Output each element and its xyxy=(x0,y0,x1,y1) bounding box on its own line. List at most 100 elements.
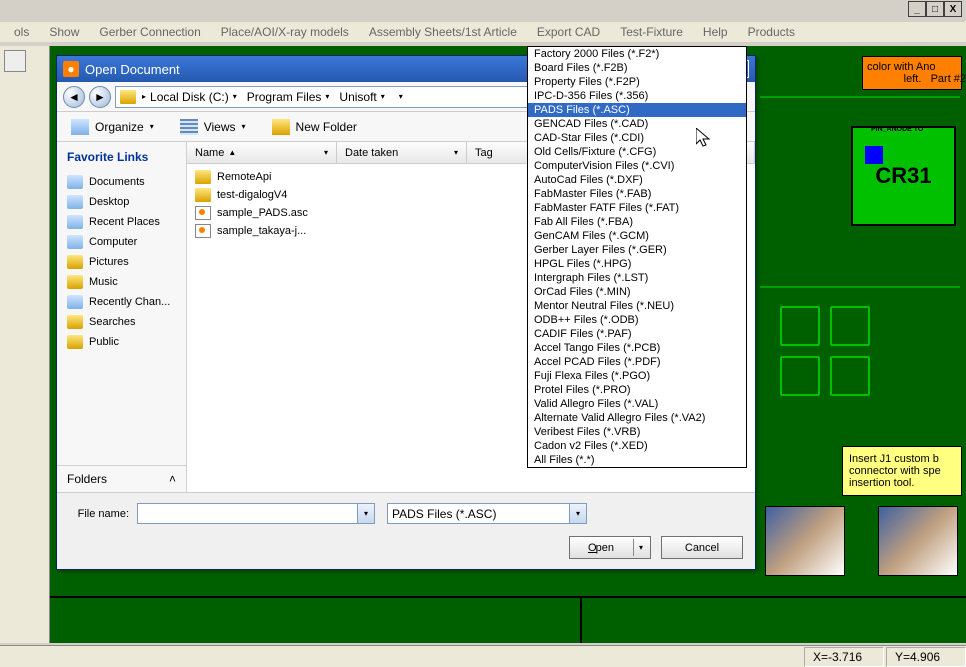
filetype-combo[interactable]: PADS Files (*.ASC) ▾ xyxy=(387,503,587,524)
crumb-programfiles[interactable]: Program Files▾ xyxy=(243,90,334,104)
crumb-localdisk[interactable]: ▸Local Disk (C:)▾ xyxy=(138,90,241,104)
filetype-option[interactable]: Alternate Valid Allegro Files (*.VA2) xyxy=(528,411,746,425)
filetype-option[interactable]: Board Files (*.F2B) xyxy=(528,61,746,75)
filetype-option[interactable]: Cadon v2 Files (*.XED) xyxy=(528,439,746,453)
favorite-label: Searches xyxy=(89,316,135,328)
filetype-option[interactable]: Factory 2000 Files (*.F2*) xyxy=(528,47,746,61)
folder-icon xyxy=(195,170,211,184)
filetype-option[interactable]: ODB++ Files (*.ODB) xyxy=(528,313,746,327)
crumb-current[interactable]: ▾ xyxy=(391,92,407,101)
favorite-public[interactable]: Public xyxy=(57,332,186,352)
filename-drop-button[interactable]: ▾ xyxy=(357,504,374,523)
favorite-label: Documents xyxy=(89,176,145,188)
filetype-option[interactable]: Valid Allegro Files (*.VAL) xyxy=(528,397,746,411)
favorite-desktop[interactable]: Desktop xyxy=(57,192,186,212)
new-folder-label: New Folder xyxy=(296,120,357,134)
menu-help[interactable]: Help xyxy=(693,23,738,41)
folder-icon xyxy=(120,90,136,104)
menu-show[interactable]: Show xyxy=(39,23,89,41)
filetype-option[interactable]: FabMaster Files (*.FAB) xyxy=(528,187,746,201)
filetype-option[interactable]: Accel PCAD Files (*.PDF) xyxy=(528,355,746,369)
favorite-documents[interactable]: Documents xyxy=(57,172,186,192)
filetype-option[interactable]: Accel Tango Files (*.PCB) xyxy=(528,341,746,355)
column-name[interactable]: Name▲▾ xyxy=(187,142,337,163)
cancel-button[interactable]: Cancel xyxy=(661,536,743,559)
filetype-option[interactable]: AutoCad Files (*.DXF) xyxy=(528,173,746,187)
left-toolbar xyxy=(0,46,50,643)
filetype-option[interactable]: Intergraph Files (*.LST) xyxy=(528,271,746,285)
favorite-searches[interactable]: Searches xyxy=(57,312,186,332)
menu-assembly[interactable]: Assembly Sheets/1st Article xyxy=(359,23,527,41)
folders-toggle[interactable]: Folders ˄ xyxy=(57,465,186,492)
favorite-icon xyxy=(67,335,83,349)
filename-label: File name: xyxy=(69,508,129,520)
favorite-music[interactable]: Music xyxy=(57,272,186,292)
minimize-button[interactable]: _ xyxy=(908,1,926,17)
filetype-option[interactable]: PADS Files (*.ASC) xyxy=(528,103,746,117)
favorite-icon xyxy=(67,255,83,269)
favorite-label: Computer xyxy=(89,236,137,248)
menu-export[interactable]: Export CAD xyxy=(527,23,610,41)
filetype-option[interactable]: All Files (*.*) xyxy=(528,453,746,467)
thumbnail-2[interactable] xyxy=(878,506,958,576)
favorite-label: Recently Chan... xyxy=(89,296,170,308)
filetype-option[interactable]: Gerber Layer Files (*.GER) xyxy=(528,243,746,257)
views-button[interactable]: Views ▾ xyxy=(174,117,252,137)
favorite-icon xyxy=(67,275,83,289)
nav-forward-button[interactable]: ► xyxy=(89,86,111,108)
filetype-drop-button[interactable]: ▾ xyxy=(569,504,586,523)
crumb-unisoft[interactable]: Unisoft▾ xyxy=(335,90,388,104)
organize-label: Organize xyxy=(95,120,144,134)
favorite-recent-places[interactable]: Recent Places xyxy=(57,212,186,232)
favorite-label: Public xyxy=(89,336,119,348)
column-date[interactable]: Date taken▾ xyxy=(337,142,467,163)
yellow-callout: Insert J1 custom b connector with spe in… xyxy=(842,446,962,496)
thumbnail-1[interactable] xyxy=(765,506,845,576)
filetype-option[interactable]: IPC-D-356 Files (*.356) xyxy=(528,89,746,103)
filetype-option[interactable]: GenCAM Files (*.GCM) xyxy=(528,229,746,243)
filetype-option[interactable]: FabMaster FATF Files (*.FAT) xyxy=(528,201,746,215)
filetype-option[interactable]: Fab All Files (*.FBA) xyxy=(528,215,746,229)
menu-gerber[interactable]: Gerber Connection xyxy=(89,23,210,41)
close-button[interactable]: X xyxy=(944,1,962,17)
filetype-option[interactable]: HPGL Files (*.HPG) xyxy=(528,257,746,271)
menu-testfixture[interactable]: Test-Fixture xyxy=(610,23,693,41)
file-name: test-digalogV4 xyxy=(217,189,287,201)
favorite-label: Music xyxy=(89,276,118,288)
menu-tools[interactable]: ols xyxy=(4,23,39,41)
organize-icon xyxy=(71,119,89,135)
favorite-icon xyxy=(67,215,83,229)
menu-products[interactable]: Products xyxy=(738,23,805,41)
filetype-option[interactable]: Fuji Flexa Files (*.PGO) xyxy=(528,369,746,383)
filetype-option[interactable]: OrCad Files (*.MIN) xyxy=(528,285,746,299)
open-button[interactable]: Open xyxy=(569,536,651,559)
filetype-option[interactable]: CADIF Files (*.PAF) xyxy=(528,327,746,341)
nav-back-button[interactable]: ◄ xyxy=(63,86,85,108)
filetype-option[interactable]: Mentor Neutral Files (*.NEU) xyxy=(528,299,746,313)
pin-anode-marker xyxy=(865,146,883,164)
maximize-button[interactable]: □ xyxy=(926,1,944,17)
new-folder-button[interactable]: New Folder xyxy=(266,117,363,137)
component-cr31: CR31 PIN_ANODE TO xyxy=(851,126,956,226)
organize-button[interactable]: Organize ▾ xyxy=(65,117,160,137)
menu-place[interactable]: Place/AOI/X-ray models xyxy=(211,23,359,41)
filetype-option[interactable]: Veribest Files (*.VRB) xyxy=(528,425,746,439)
favorite-label: Desktop xyxy=(89,196,129,208)
app-icon: ● xyxy=(63,61,79,77)
favorite-computer[interactable]: Computer xyxy=(57,232,186,252)
favorites-pane: Favorite Links DocumentsDesktopRecent Pl… xyxy=(57,142,187,492)
file-name: RemoteApi xyxy=(217,171,271,183)
file-icon xyxy=(195,206,211,220)
filetype-option[interactable]: Property Files (*.F2P) xyxy=(528,75,746,89)
favorite-recently-chan-[interactable]: Recently Chan... xyxy=(57,292,186,312)
folder-icon xyxy=(195,188,211,202)
filetype-option[interactable]: ComputerVision Files (*.CVI) xyxy=(528,159,746,173)
filetype-dropdown-list[interactable]: Factory 2000 Files (*.F2*)Board Files (*… xyxy=(527,46,747,468)
filetype-option[interactable]: Protel Files (*.PRO) xyxy=(528,383,746,397)
dialog-title: Open Document xyxy=(85,62,180,77)
filename-combo[interactable]: ▾ xyxy=(137,503,375,524)
views-label: Views xyxy=(204,120,236,134)
pointer-tool[interactable] xyxy=(4,50,26,72)
favorite-pictures[interactable]: Pictures xyxy=(57,252,186,272)
new-folder-icon xyxy=(272,119,290,135)
